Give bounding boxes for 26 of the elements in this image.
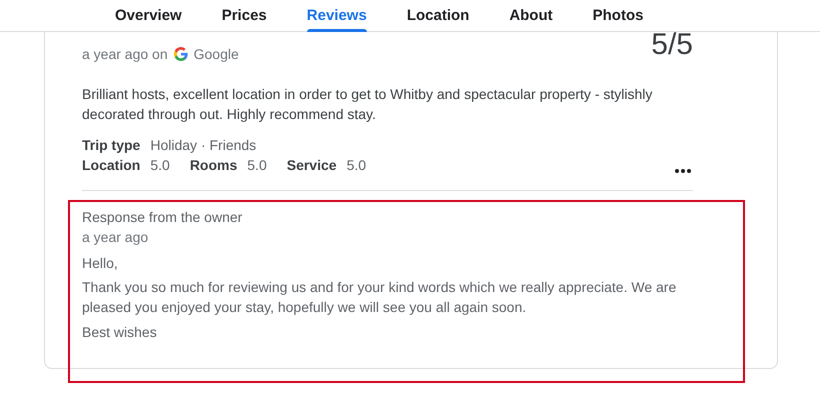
tab[interactable]: Location (386, 0, 490, 31)
response-time: a year ago (82, 228, 150, 247)
review-source: Google (194, 45, 239, 64)
google-icon (174, 47, 188, 61)
response-text: Best wishes (82, 323, 158, 342)
tab[interactable]: Prices (202, 0, 287, 31)
tab[interactable]: About (489, 0, 573, 31)
review-text: Brilliant hosts, excellent location in order to get to Whitby and spectacular property - stylishly decorated through out. Highly recommend stay. (82, 85, 654, 124)
score-value: 5.0 (150, 156, 170, 175)
response-text: Thank you so much for reviewing us and for your kind words which we really appreciate. We are pleased you enjoyed your stay, hopefully we will see you all again soon. (82, 278, 678, 317)
tab[interactable]: Overview (95, 0, 202, 31)
tab[interactable]: Reviews (286, 0, 387, 31)
score-value: 5.0 (346, 156, 366, 175)
review-time: a year ago on (82, 45, 168, 64)
tab[interactable]: Photos (572, 0, 664, 31)
trip-type: Holiday · Friends (150, 136, 256, 155)
rating: 5/5 (651, 32, 693, 58)
response-title: Response from the owner (82, 208, 244, 227)
score-value: 5.0 (247, 156, 267, 175)
score-label: Service (286, 156, 337, 175)
more-button[interactable] (673, 167, 693, 175)
more-icon (675, 169, 691, 173)
score-label: Location (82, 156, 140, 175)
trip-type-label: Trip type (82, 136, 140, 155)
score-label: Rooms (190, 156, 238, 175)
response-text: Hello, (82, 254, 119, 273)
